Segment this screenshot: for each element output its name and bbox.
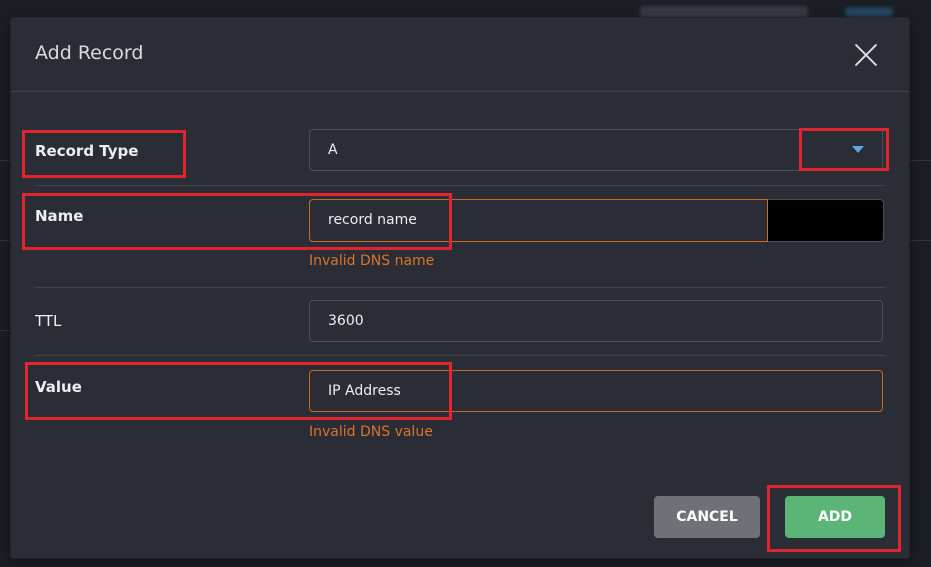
name-suffix-field [768,199,884,242]
record-type-label: Record Type [35,142,139,160]
row-divider [35,185,885,186]
record-type-value: A [328,142,338,158]
row-divider [35,355,885,356]
backdrop-divider [909,160,931,161]
backdrop-blurred-link [845,7,893,17]
backdrop-divider [909,240,931,241]
dialog-title: Add Record [35,42,144,64]
dialog-header: Add Record [11,18,909,92]
value-label: Value [35,378,82,396]
ttl-input[interactable]: 3600 [309,300,883,342]
ttl-label: TTL [35,312,62,330]
close-icon[interactable] [853,42,879,68]
row-divider [35,287,885,288]
value-error-text: Invalid DNS value [309,424,433,440]
backdrop-blurred-text [640,6,808,18]
name-input[interactable]: record name [309,199,768,242]
record-type-select[interactable]: A [309,129,883,171]
caret-down-icon[interactable] [852,146,864,153]
add-button[interactable]: ADD [785,496,885,538]
cancel-button[interactable]: CANCEL [654,496,760,538]
name-error-text: Invalid DNS name [309,253,435,269]
value-input[interactable]: IP Address [309,370,883,412]
name-label: Name [35,207,84,225]
add-record-dialog: Add Record Record Type A Name record nam… [11,18,909,558]
